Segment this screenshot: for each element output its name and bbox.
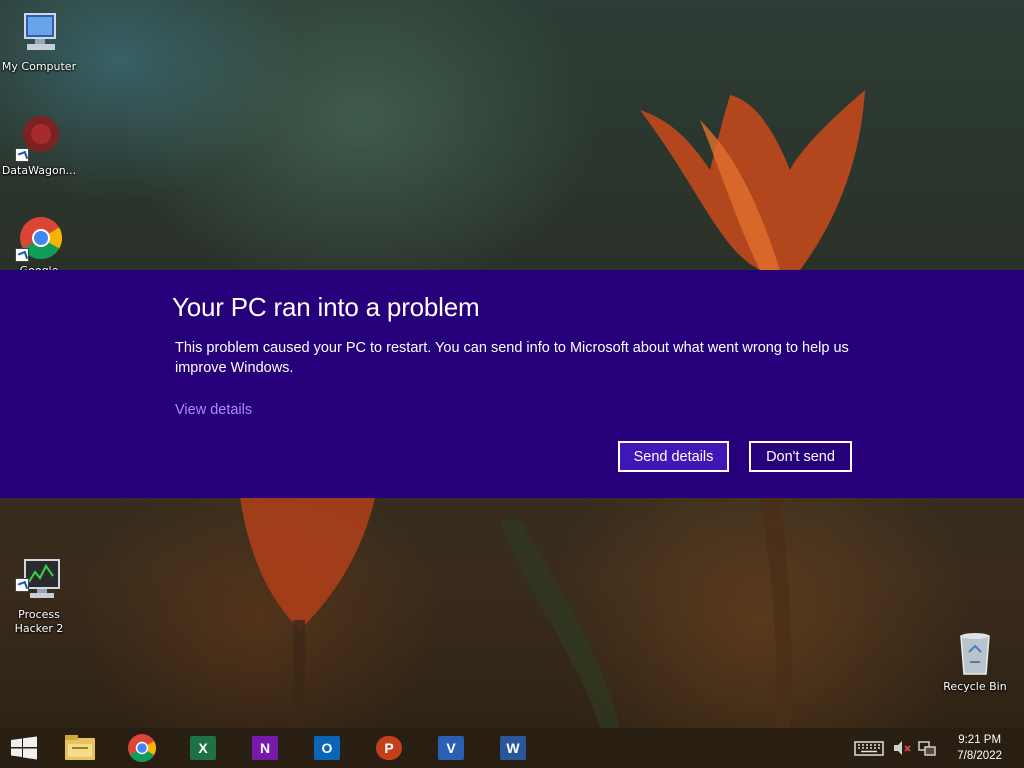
taskbar-outlook[interactable]: O: [310, 732, 346, 764]
my-computer-icon: [15, 10, 63, 58]
desktop-icon-recycle-bin[interactable]: Recycle Bin: [936, 630, 1014, 694]
dialog-title: Your PC ran into a problem: [172, 292, 480, 322]
desktop-icon-datawagon[interactable]: DataWagon...: [0, 114, 78, 178]
view-details-link[interactable]: View details: [175, 402, 252, 418]
tray-keyboard[interactable]: [852, 732, 888, 764]
outlook-icon: O: [314, 736, 340, 760]
start-button[interactable]: [6, 732, 42, 764]
shortcut-arrow-icon: [15, 148, 29, 162]
tray-network[interactable]: [916, 732, 938, 764]
taskbar-powerpoint[interactable]: P: [372, 732, 408, 764]
excel-icon: X: [190, 736, 216, 760]
taskbar-onenote[interactable]: N: [248, 732, 284, 764]
volume-muted-icon: [894, 741, 911, 755]
taskbar-word[interactable]: W: [496, 732, 532, 764]
file-explorer-icon: [65, 735, 95, 760]
visio-icon: V: [438, 736, 464, 760]
taskbar-file-explorer[interactable]: [62, 732, 98, 764]
tray-volume[interactable]: [890, 732, 912, 764]
dialog-message: This problem caused your PC to restart. …: [175, 340, 849, 376]
onenote-icon: N: [252, 736, 278, 760]
datawagon-icon: [15, 114, 63, 162]
desktop-icon-label: DataWagon...: [1, 164, 77, 177]
shortcut-arrow-icon: [15, 578, 29, 592]
recycle-bin-icon: [951, 630, 999, 678]
keyboard-icon: [854, 741, 884, 756]
system-clock[interactable]: 9:21 PM 7/8/2022: [957, 732, 1002, 764]
chrome-icon: [15, 214, 63, 262]
desktop-icon-process-hacker[interactable]: Process Hacker 2: [0, 530, 78, 650]
clock-time: 9:21 PM: [958, 734, 1002, 746]
taskbar-chrome[interactable]: [124, 732, 160, 764]
powerpoint-icon: P: [376, 736, 402, 760]
dont-send-button[interactable]: Don't send: [749, 441, 852, 472]
process-hacker-icon: [15, 544, 63, 598]
pc-problem-dialog: Your PC ran into a problem This problem …: [0, 270, 1024, 498]
desktop-icon-my-computer[interactable]: My Computer: [0, 10, 78, 74]
taskbar: X N O P V W 9:21 PM 7/8/2022: [0, 728, 1024, 768]
network-icon: [918, 741, 936, 756]
word-icon: W: [500, 736, 526, 760]
shortcut-arrow-icon: [15, 248, 29, 262]
desktop-icon-label: Recycle Bin: [943, 680, 1007, 693]
taskbar-visio[interactable]: V: [434, 732, 470, 764]
desktop-icon-label: My Computer: [1, 60, 77, 73]
taskbar-excel[interactable]: X: [186, 732, 222, 764]
chrome-icon: [128, 734, 156, 762]
windows-logo-icon: [11, 736, 37, 760]
send-details-button[interactable]: Send details: [618, 441, 729, 472]
clock-date: 7/8/2022: [957, 750, 1002, 762]
desktop-icon-label: Process Hacker 2: [14, 608, 64, 635]
